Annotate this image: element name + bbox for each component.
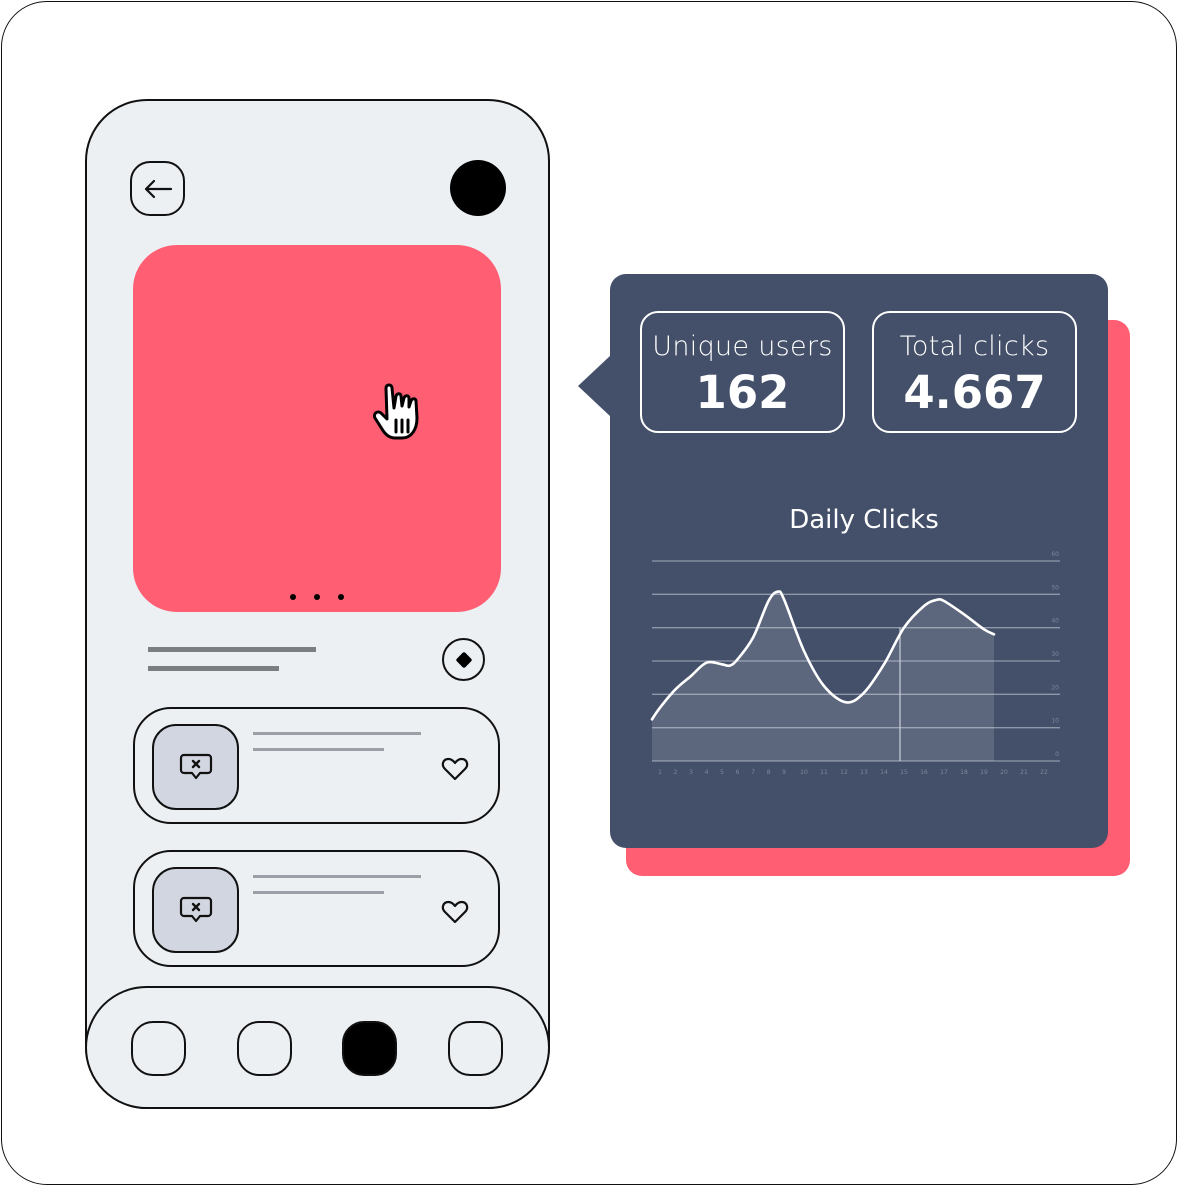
- x-tick-label: 19: [980, 769, 988, 776]
- x-tick-label: 5: [720, 769, 724, 776]
- y-tick-label: 10: [1051, 718, 1059, 725]
- x-tick-label: 1: [658, 769, 662, 776]
- x-tick-label: 10: [800, 769, 808, 776]
- x-tick-label: 2: [674, 769, 678, 776]
- y-tick-label: 40: [1051, 618, 1059, 625]
- x-tick-label: 20: [1000, 769, 1008, 776]
- area-fill: [652, 591, 994, 761]
- x-tick-label: 4: [705, 769, 709, 776]
- y-tick-label: 30: [1051, 651, 1059, 658]
- x-tick-label: 8: [767, 769, 771, 776]
- x-tick-label: 12: [840, 769, 848, 776]
- y-tick-label: 0: [1055, 751, 1059, 758]
- y-tick-label: 60: [1051, 551, 1059, 558]
- x-tick-label: 17: [940, 769, 948, 776]
- x-tick-label: 22: [1040, 769, 1048, 776]
- x-tick-label: 18: [960, 769, 968, 776]
- x-tick-label: 6: [736, 769, 740, 776]
- x-tick-label: 21: [1020, 769, 1028, 776]
- x-tick-label: 14: [880, 769, 888, 776]
- x-tick-label: 7: [751, 769, 755, 776]
- x-tick-label: 15: [900, 769, 908, 776]
- x-tick-label: 13: [860, 769, 868, 776]
- x-tick-label: 16: [920, 769, 928, 776]
- x-tick-label: 9: [782, 769, 786, 776]
- x-tick-label: 11: [820, 769, 828, 776]
- y-tick-label: 20: [1051, 684, 1059, 691]
- y-tick-label: 50: [1051, 584, 1059, 591]
- daily-clicks-chart: 01020304050601 2 3 4 5 6 7 8 9 10 11 12 13 14 15 16 17 18…: [650, 551, 1060, 776]
- x-tick-label: 3: [689, 769, 693, 776]
